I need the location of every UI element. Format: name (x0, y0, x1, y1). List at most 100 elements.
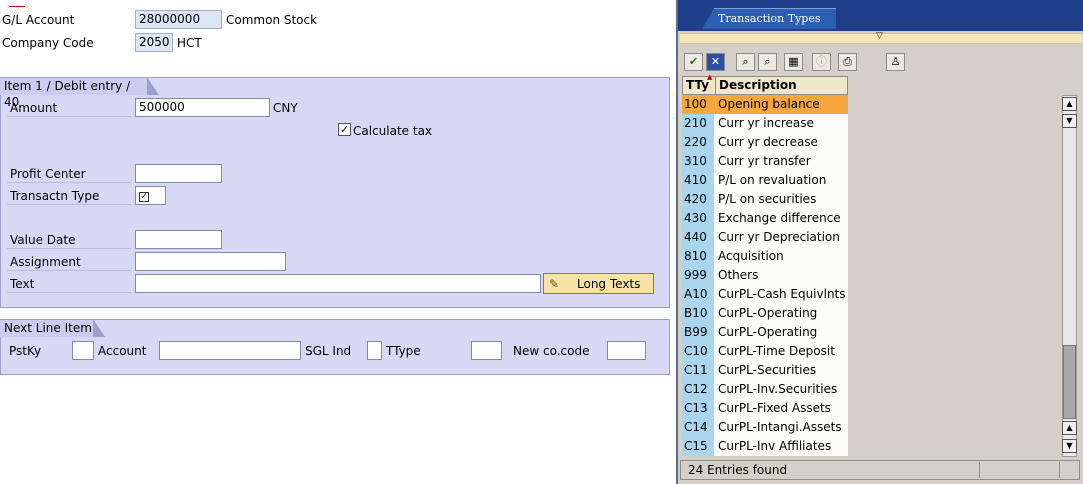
list-item-key: C14 (682, 418, 714, 437)
new-cocode-label: New co.code (513, 344, 590, 358)
list-item[interactable]: 999 Others (682, 266, 848, 285)
column-header-description[interactable]: Description (715, 76, 848, 95)
company-code-label: Company Code (2, 36, 94, 50)
calculate-tax-checkbox[interactable]: ✓ (338, 123, 351, 136)
status-divider (979, 462, 980, 478)
popup-toolbar-button-cancel[interactable]: ✕ (706, 53, 725, 71)
list-item[interactable]: 220 Curr yr decrease (682, 133, 848, 152)
list-item-key: 999 (682, 266, 714, 285)
pstky-field[interactable] (72, 341, 94, 360)
popup-tab[interactable]: Transaction Types (702, 8, 836, 29)
ttype-field[interactable] (471, 341, 502, 360)
list-item-key: B10 (682, 304, 714, 323)
list-item-description: CurPL-Operating (714, 323, 848, 342)
list-item[interactable]: A10 CurPL-Cash Equivlnts (682, 285, 848, 304)
list-item[interactable]: C15 CurPL-Inv Affiliates (682, 437, 848, 456)
assignment-label: Assignment (10, 255, 81, 269)
popup-title-bar: Transaction Types (678, 0, 1083, 31)
list-item-key: C13 (682, 399, 714, 418)
gl-account-description: Common Stock (226, 13, 318, 27)
company-code-description: HCT (177, 36, 202, 50)
text-field[interactable] (135, 274, 541, 293)
list-item[interactable]: 310 Curr yr transfer (682, 152, 848, 171)
gl-account-field[interactable]: 28000000 (135, 10, 222, 29)
find-icon: ⌕ (742, 55, 749, 68)
list-item-key: 310 (682, 152, 714, 171)
list-item-key: A10 (682, 285, 714, 304)
list-item[interactable]: 430 Exchange difference (682, 209, 848, 228)
assignment-field[interactable] (135, 252, 286, 271)
value-help-icon[interactable]: ✓ (139, 192, 149, 202)
list-item-key: 410 (682, 171, 714, 190)
info-icon: ⓘ (816, 55, 827, 68)
scroll-down-bottom-button[interactable]: ▼ (1062, 439, 1077, 453)
text-underline (7, 292, 131, 293)
account-field[interactable] (159, 341, 301, 360)
list-item-description: CurPL-Intangi.Assets (714, 418, 848, 437)
popup-toolbar-button-print[interactable]: ⎙ (838, 53, 857, 71)
list-item-key: 100 (682, 95, 714, 114)
calculate-tax-label: Calculate tax (353, 124, 433, 138)
list-item[interactable]: 420 P/L on securities (682, 190, 848, 209)
profit-center-field[interactable] (135, 164, 222, 183)
scroll-down-top-button[interactable]: ▼ (1062, 114, 1077, 128)
print-icon: ⎙ (843, 55, 852, 68)
list-item-description: CurPL-Inv Affiliates (714, 437, 848, 456)
list-item[interactable]: C11 CurPL-Securities (682, 361, 848, 380)
collapse-icon[interactable]: ▽ (876, 31, 883, 41)
list-item-description: CurPL-Securities (714, 361, 848, 380)
list-item-description: Exchange difference (714, 209, 848, 228)
find-next-icon: ⌕ (764, 55, 771, 68)
transaction-type-field[interactable]: ✓ (135, 186, 166, 205)
list-item[interactable]: C10 CurPL-Time Deposit (682, 342, 848, 361)
sgl-ind-field[interactable] (367, 341, 382, 360)
pstky-label: PstKy (9, 344, 42, 358)
popup-toolbar-button-selection[interactable]: ▦ (784, 53, 803, 71)
list-item-description: CurPL-Cash Equivlnts (714, 285, 848, 304)
list-item[interactable]: B99 CurPL-Operating (682, 323, 848, 342)
list-item-key: 220 (682, 133, 714, 152)
list-item[interactable]: 440 Curr yr Depreciation (682, 228, 848, 247)
list-item[interactable]: B10 CurPL-Operating (682, 304, 848, 323)
popup-toolbar-button-personal-list[interactable]: ♙ (886, 53, 905, 71)
status-text: 24 Entries found (688, 463, 788, 477)
arrow-down-icon: ▼ (1066, 116, 1073, 125)
sort-ascending-icon: ▲ (707, 73, 713, 81)
ttype-label: TType (386, 344, 421, 358)
list-item-key: 810 (682, 247, 714, 266)
transaction-types-popup: Transaction Types ▽ ✔ ✕ ⌕ ⌕ ▦ ⓘ ⎙ ♙ TTy … (676, 0, 1083, 484)
scroll-up-top-button[interactable]: ▲ (1062, 97, 1077, 111)
check-icon: ✔ (688, 55, 699, 68)
list-item[interactable]: 410 P/L on revaluation (682, 171, 848, 190)
item-tab: Item 1 / Debit entry / 40 (0, 77, 159, 109)
new-cocode-field[interactable] (607, 341, 646, 360)
popup-toolbar-button-find[interactable]: ⌕ (736, 53, 755, 71)
list-item-key: C15 (682, 437, 714, 456)
scroll-up-bottom-button[interactable]: ▲ (1062, 421, 1077, 435)
list-item-description: CurPL-Inv.Securities (714, 380, 848, 399)
list-item[interactable]: C14 CurPL-Intangi.Assets (682, 418, 848, 437)
list-item-description: Acquisition (714, 247, 848, 266)
next-line-tab: Next Line Item (0, 319, 105, 337)
list-item-description: Opening balance (714, 95, 848, 114)
list-item[interactable]: C13 CurPL-Fixed Assets (682, 399, 848, 418)
list-item[interactable]: 100 Opening balance (682, 95, 848, 114)
long-texts-button[interactable]: ✎ Long Texts (543, 273, 654, 294)
company-code-field[interactable]: 2050 (135, 33, 173, 52)
amount-field[interactable]: 500000 (135, 98, 270, 117)
list-item[interactable]: 210 Curr yr increase (682, 114, 848, 133)
profit-center-label: Profit Center (10, 167, 86, 181)
value-date-field[interactable] (135, 230, 222, 249)
list-item[interactable]: 810 Acquisition (682, 247, 848, 266)
popup-toolbar-button-info: ⓘ (812, 53, 831, 71)
edit-icon: ✎ (549, 277, 560, 291)
scroll-thumb[interactable] (1063, 345, 1076, 419)
amount-underline (7, 116, 131, 117)
personal-value-list-icon: ♙ (890, 55, 901, 68)
list-item[interactable]: C12 CurPL-Inv.Securities (682, 380, 848, 399)
transaction-type-underline (7, 204, 131, 205)
value-date-underline (7, 248, 131, 249)
assignment-underline (7, 270, 131, 271)
popup-toolbar-button-find-next[interactable]: ⌕ (758, 53, 777, 71)
popup-toolbar-button-check[interactable]: ✔ (684, 53, 703, 71)
